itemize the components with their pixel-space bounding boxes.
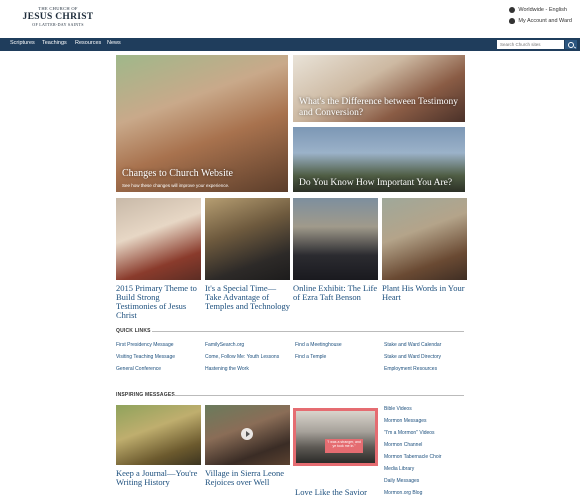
account-link[interactable]: My Account and Ward [509,15,572,26]
language-selector[interactable]: Worldwide - English [509,4,572,15]
side-link[interactable]: Mormon Messages [384,418,427,424]
message-image-love[interactable]: "I was a stranger, and ye took me in." [293,408,378,466]
quick-links-divider [152,331,464,332]
hero-main-subtitle: See how these changes will improve your … [122,183,230,188]
inspiring-heading: INSPIRING MESSAGES [116,392,175,398]
nav-teachings[interactable]: Teachings [42,40,67,46]
quick-link[interactable]: Employment Resources [384,366,437,372]
logo-line-2: JESUS CHRIST [22,11,94,22]
utility-links: Worldwide - English My Account and Ward [509,4,572,26]
search-button[interactable] [565,40,577,49]
logo-line-1: THE CHURCH OF [38,6,78,11]
hero-testimony[interactable]: What's the Difference between Testimony … [293,55,465,122]
tile-image-exhibit[interactable] [293,198,378,280]
side-link[interactable]: Daily Messages [384,478,419,484]
tile-image-temples[interactable] [205,198,290,280]
globe-icon [509,6,516,13]
logo-line-3: OF LATTER-DAY SAINTS [32,22,84,27]
quick-link[interactable]: General Conference [116,366,161,372]
message-title-well[interactable]: Village in Sierra Leone Rejoices over We… [205,469,291,487]
tile-title-plant[interactable]: Plant His Words in Your Heart [382,284,468,302]
person-icon [509,17,516,24]
tile-title-primary[interactable]: 2015 Primary Theme to Build Strong Testi… [116,284,202,320]
side-link[interactable]: Mormon Tabernacle Choir [384,454,441,460]
message-image-journal[interactable] [116,405,201,465]
hero-testimony-title: What's the Difference between Testimony … [299,97,458,119]
hero-importance[interactable]: Do You Know How Important You Are? [293,127,465,192]
quick-link[interactable]: Find a Meetinghouse [295,342,342,348]
message-title-love[interactable]: Love Like the Savior [295,488,381,497]
quick-link[interactable]: Stake and Ward Calendar [384,342,441,348]
side-link[interactable]: Mormon.org Blog [384,490,422,496]
side-link[interactable]: "I'm a Mormon" Videos [384,430,435,436]
hero-main-title: Changes to Church Website [122,167,233,179]
tile-title-exhibit[interactable]: Online Exhibit: The Life of Ezra Taft Be… [293,284,379,302]
quick-link[interactable]: FamilySearch.org [205,342,244,348]
quick-link[interactable]: First Presidency Message [116,342,174,348]
quick-link[interactable]: Hastening the Work [205,366,249,372]
side-link[interactable]: Mormon Channel [384,442,422,448]
account-label: My Account and Ward [518,17,572,24]
tile-image-plant[interactable] [382,198,467,280]
message-image-well[interactable] [205,405,290,465]
side-link[interactable]: Media Library [384,466,414,472]
quick-link[interactable]: Find a Temple [295,354,326,360]
language-label: Worldwide - English [518,6,567,13]
tile-title-temples[interactable]: It's a Special Time—Take Advantage of Te… [205,284,291,311]
tile-image-primary[interactable] [116,198,201,280]
header: THE CHURCH OF JESUS CHRIST OF LATTER-DAY… [0,0,580,38]
quick-link[interactable]: Come, Follow Me: Youth Lessons [205,354,279,360]
church-logo[interactable]: THE CHURCH OF JESUS CHRIST OF LATTER-DAY… [22,6,94,27]
main-nav: Scriptures Teachings Resources News [0,38,580,51]
quick-link[interactable]: Visiting Teaching Message [116,354,175,360]
play-icon[interactable] [241,428,253,440]
nav-resources[interactable]: Resources [75,40,101,46]
search-input[interactable] [497,40,564,49]
nav-news[interactable]: News [107,40,121,46]
hero-importance-title: Do You Know How Important You Are? [299,178,453,189]
hero-main[interactable]: Changes to Church Website See how these … [116,55,288,192]
side-link[interactable]: Bible Videos [384,406,412,412]
message-title-journal[interactable]: Keep a Journal—You're Writing History [116,469,202,487]
quick-links-heading: QUICK LINKS [116,328,151,334]
quote-box: "I was a stranger, and ye took me in." [325,439,363,453]
quick-link[interactable]: Stake and Ward Directory [384,354,441,360]
inspiring-divider [173,395,464,396]
search-icon [568,41,574,48]
nav-scriptures[interactable]: Scriptures [10,40,35,46]
